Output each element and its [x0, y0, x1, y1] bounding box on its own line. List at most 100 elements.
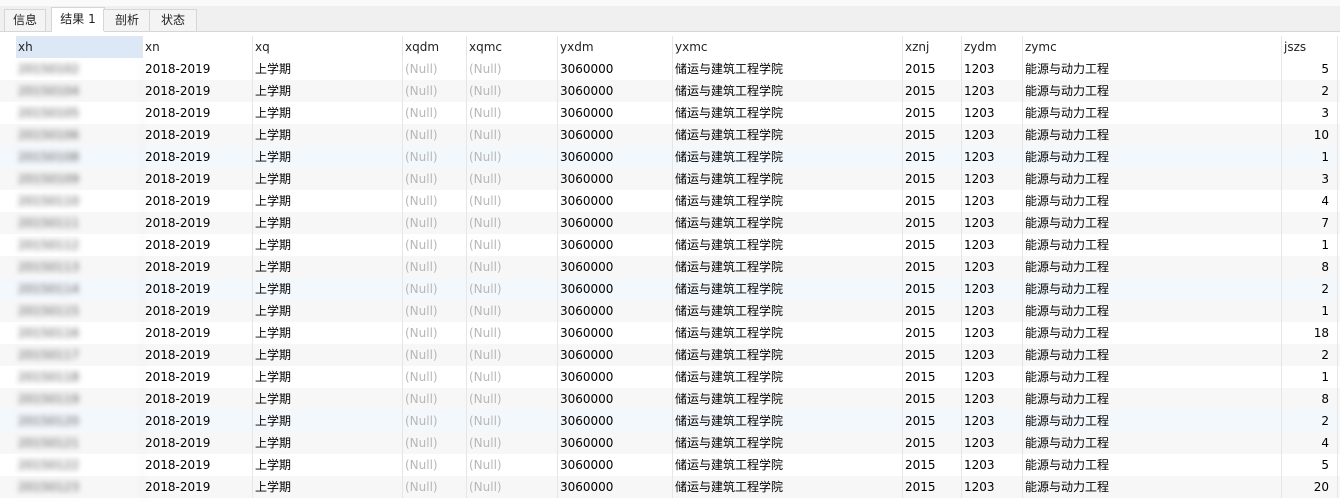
- table-row[interactable]: 20150114 2018-2019 上学期 (Null) (Null) 3060000 储…: [0, 278, 1340, 300]
- cell-xznj[interactable]: 2015: [903, 124, 962, 146]
- cell-xqdm[interactable]: (Null): [403, 432, 467, 454]
- cell-yxmc[interactable]: 储运与建筑工程学院: [673, 168, 903, 190]
- column-header-jszs[interactable]: jszs: [1282, 36, 1338, 58]
- cell-xq[interactable]: 上学期: [253, 146, 403, 168]
- cell-jszs[interactable]: 18: [1282, 322, 1338, 344]
- cell-xqdm[interactable]: (Null): [403, 212, 467, 234]
- table-row[interactable]: 20150116 2018-2019 上学期 (Null) (Null) 3060000 储…: [0, 322, 1340, 344]
- cell-xqdm[interactable]: (Null): [403, 300, 467, 322]
- cell-zydm[interactable]: 1203: [962, 190, 1023, 212]
- tab-result-1[interactable]: 结果 1: [51, 7, 105, 32]
- cell-jszs[interactable]: 2: [1282, 278, 1338, 300]
- cell-xq[interactable]: 上学期: [253, 124, 403, 146]
- cell-xh[interactable]: 20150118: [16, 366, 143, 388]
- cell-yxdm[interactable]: 3060000: [558, 168, 673, 190]
- cell-yxmc[interactable]: 储运与建筑工程学院: [673, 212, 903, 234]
- cell-xn[interactable]: 2018-2019: [143, 344, 253, 366]
- cell-xn[interactable]: 2018-2019: [143, 388, 253, 410]
- cell-xq[interactable]: 上学期: [253, 80, 403, 102]
- column-header-xh[interactable]: xh: [16, 36, 143, 58]
- table-row[interactable]: 20150121 2018-2019 上学期 (Null) (Null) 3060000 储…: [0, 432, 1340, 454]
- cell-xqmc[interactable]: (Null): [467, 454, 558, 476]
- tab-info[interactable]: 信息: [4, 9, 46, 31]
- column-header-zydm[interactable]: zydm: [962, 36, 1023, 58]
- cell-zymc[interactable]: 能源与动力工程: [1023, 168, 1282, 190]
- cell-xznj[interactable]: 2015: [903, 168, 962, 190]
- cell-xqdm[interactable]: (Null): [403, 58, 467, 80]
- cell-xqdm[interactable]: (Null): [403, 168, 467, 190]
- cell-xn[interactable]: 2018-2019: [143, 366, 253, 388]
- cell-xqmc[interactable]: (Null): [467, 124, 558, 146]
- cell-xh[interactable]: 20150109: [16, 168, 143, 190]
- cell-xqdm[interactable]: (Null): [403, 256, 467, 278]
- table-row[interactable]: 20150105 2018-2019 上学期 (Null) (Null) 3060000 储…: [0, 102, 1340, 124]
- cell-xznj[interactable]: 2015: [903, 454, 962, 476]
- cell-xn[interactable]: 2018-2019: [143, 454, 253, 476]
- cell-yxmc[interactable]: 储运与建筑工程学院: [673, 146, 903, 168]
- cell-xn[interactable]: 2018-2019: [143, 476, 253, 498]
- cell-zymc[interactable]: 能源与动力工程: [1023, 432, 1282, 454]
- column-header-zymc[interactable]: zymc: [1023, 36, 1282, 58]
- cell-xh[interactable]: 20150102: [16, 58, 143, 80]
- column-header-yxdm[interactable]: yxdm: [558, 36, 673, 58]
- cell-xqdm[interactable]: (Null): [403, 190, 467, 212]
- cell-xznj[interactable]: 2015: [903, 410, 962, 432]
- cell-jszs[interactable]: 3: [1282, 102, 1338, 124]
- cell-xqmc[interactable]: (Null): [467, 234, 558, 256]
- cell-zydm[interactable]: 1203: [962, 388, 1023, 410]
- cell-yxdm[interactable]: 3060000: [558, 256, 673, 278]
- cell-xqmc[interactable]: (Null): [467, 278, 558, 300]
- cell-yxdm[interactable]: 3060000: [558, 454, 673, 476]
- cell-zymc[interactable]: 能源与动力工程: [1023, 388, 1282, 410]
- cell-jszs[interactable]: 5: [1282, 454, 1338, 476]
- cell-xh[interactable]: 20150117: [16, 344, 143, 366]
- cell-zymc[interactable]: 能源与动力工程: [1023, 190, 1282, 212]
- cell-xznj[interactable]: 2015: [903, 366, 962, 388]
- cell-yxdm[interactable]: 3060000: [558, 124, 673, 146]
- cell-xn[interactable]: 2018-2019: [143, 124, 253, 146]
- column-header-xznj[interactable]: xznj: [903, 36, 962, 58]
- cell-zymc[interactable]: 能源与动力工程: [1023, 476, 1282, 498]
- cell-zymc[interactable]: 能源与动力工程: [1023, 344, 1282, 366]
- cell-zymc[interactable]: 能源与动力工程: [1023, 322, 1282, 344]
- cell-xqdm[interactable]: (Null): [403, 454, 467, 476]
- cell-xq[interactable]: 上学期: [253, 278, 403, 300]
- cell-yxdm[interactable]: 3060000: [558, 344, 673, 366]
- cell-xh[interactable]: 20150116: [16, 322, 143, 344]
- cell-xznj[interactable]: 2015: [903, 388, 962, 410]
- cell-xznj[interactable]: 2015: [903, 80, 962, 102]
- tab-profile[interactable]: 剖析: [103, 9, 151, 31]
- cell-xq[interactable]: 上学期: [253, 476, 403, 498]
- cell-yxdm[interactable]: 3060000: [558, 190, 673, 212]
- cell-xq[interactable]: 上学期: [253, 256, 403, 278]
- table-row[interactable]: 20150115 2018-2019 上学期 (Null) (Null) 3060000 储…: [0, 300, 1340, 322]
- cell-xn[interactable]: 2018-2019: [143, 278, 253, 300]
- cell-jszs[interactable]: 1: [1282, 146, 1338, 168]
- column-header-xqmc[interactable]: xqmc: [467, 36, 558, 58]
- cell-xqdm[interactable]: (Null): [403, 278, 467, 300]
- cell-xq[interactable]: 上学期: [253, 344, 403, 366]
- cell-xq[interactable]: 上学期: [253, 234, 403, 256]
- table-row[interactable]: 20150109 2018-2019 上学期 (Null) (Null) 3060000 储…: [0, 168, 1340, 190]
- table-row[interactable]: 20150119 2018-2019 上学期 (Null) (Null) 3060000 储…: [0, 388, 1340, 410]
- tab-status[interactable]: 状态: [149, 9, 197, 31]
- cell-xznj[interactable]: 2015: [903, 278, 962, 300]
- table-row[interactable]: 20150112 2018-2019 上学期 (Null) (Null) 3060000 储…: [0, 234, 1340, 256]
- cell-xn[interactable]: 2018-2019: [143, 80, 253, 102]
- cell-xznj[interactable]: 2015: [903, 212, 962, 234]
- cell-yxmc[interactable]: 储运与建筑工程学院: [673, 234, 903, 256]
- cell-yxmc[interactable]: 储运与建筑工程学院: [673, 190, 903, 212]
- cell-yxdm[interactable]: 3060000: [558, 410, 673, 432]
- cell-xqmc[interactable]: (Null): [467, 476, 558, 498]
- cell-zymc[interactable]: 能源与动力工程: [1023, 80, 1282, 102]
- cell-jszs[interactable]: 5: [1282, 58, 1338, 80]
- cell-zydm[interactable]: 1203: [962, 476, 1023, 498]
- cell-xh[interactable]: 20150119: [16, 388, 143, 410]
- cell-xh[interactable]: 20150110: [16, 190, 143, 212]
- cell-xznj[interactable]: 2015: [903, 322, 962, 344]
- cell-jszs[interactable]: 1: [1282, 234, 1338, 256]
- cell-xznj[interactable]: 2015: [903, 58, 962, 80]
- cell-yxdm[interactable]: 3060000: [558, 388, 673, 410]
- cell-xqmc[interactable]: (Null): [467, 80, 558, 102]
- cell-xqmc[interactable]: (Null): [467, 146, 558, 168]
